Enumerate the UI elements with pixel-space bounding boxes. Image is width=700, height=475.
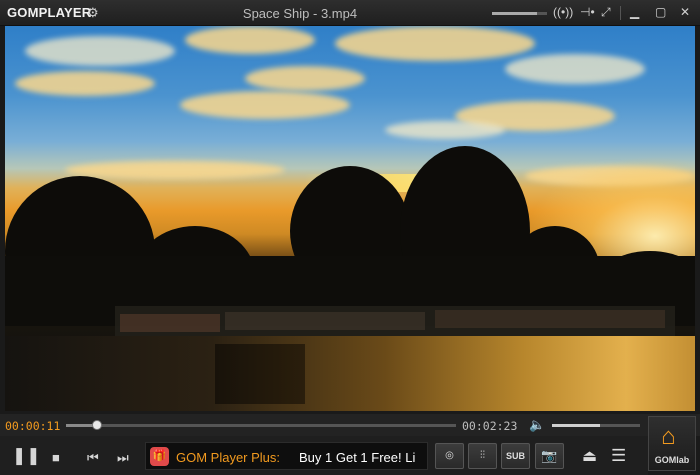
subtitle-button[interactable]: SUB (501, 443, 530, 469)
duration-time: 00:02:23 (462, 419, 518, 433)
title-bar: GOMPLAYER ⚙ Space Ship - 3.mp4 ((•)) ⊣• … (0, 0, 700, 26)
ad-banner[interactable]: 🎁 GOM Player Plus: Buy 1 Get 1 Free! Li (145, 442, 428, 470)
cloud (185, 26, 315, 54)
eject-icon[interactable]: ⏏ (582, 446, 597, 466)
audio-waves-icon[interactable]: ((•)) (553, 5, 573, 19)
volume-fill (552, 424, 601, 427)
next-icon[interactable]: ⏭ (117, 448, 129, 468)
current-time: 00:00:11 (5, 419, 61, 433)
ad-brand: GOM Player Plus: (176, 450, 281, 465)
boat (435, 310, 665, 328)
boats (115, 306, 675, 336)
video-area[interactable] (5, 26, 695, 411)
tree-reflection (215, 344, 305, 404)
water (5, 336, 695, 411)
seek-row: 00:00:11 00:02:23 🔈 (0, 414, 700, 436)
titlebar-volume-fill (492, 12, 538, 15)
360-vr-icon[interactable]: ◎ (435, 443, 464, 469)
gift-icon: 🎁 (150, 447, 169, 466)
pin-icon[interactable]: ⊣• (580, 5, 595, 19)
titlebar-volume-slider[interactable] (492, 12, 547, 15)
menu-icon[interactable]: ☰ (611, 446, 626, 466)
cloud (15, 71, 155, 96)
close-icon[interactable]: ✕ (680, 5, 690, 19)
fullscreen-toggle-icon[interactable]: ⤢ (601, 5, 611, 19)
equalizer-icon[interactable]: ⫶⫶ (468, 443, 497, 469)
cloud (65, 161, 285, 179)
seek-bar[interactable] (66, 420, 456, 430)
speaker-icon[interactable]: 🔈 (529, 417, 545, 433)
maximize-icon[interactable]: ▢ (655, 5, 666, 19)
stop-icon[interactable]: ■ (52, 448, 60, 468)
minimize-icon[interactable]: ▁ (630, 5, 639, 19)
cloud (245, 66, 365, 91)
boat (225, 312, 425, 330)
ad-text: Buy 1 Get 1 Free! Li (299, 450, 416, 465)
previous-icon[interactable]: ⏮ (87, 448, 99, 468)
titlebar-divider (620, 6, 621, 20)
cloud (25, 36, 175, 66)
cloud (505, 54, 645, 84)
gomlab-button[interactable]: ⌂ GOMlab (648, 416, 696, 471)
boat (120, 314, 220, 332)
camera-icon[interactable]: 📷 (535, 443, 564, 469)
pause-icon[interactable]: ❚❚ (12, 446, 41, 466)
seek-thumb[interactable] (92, 420, 103, 430)
cloud (385, 121, 505, 139)
cloud (335, 26, 535, 61)
home-icon: ⌂ (661, 423, 676, 450)
gomlab-label: GOMlab (654, 455, 690, 465)
cloud (180, 91, 350, 119)
volume-slider[interactable] (552, 424, 640, 427)
